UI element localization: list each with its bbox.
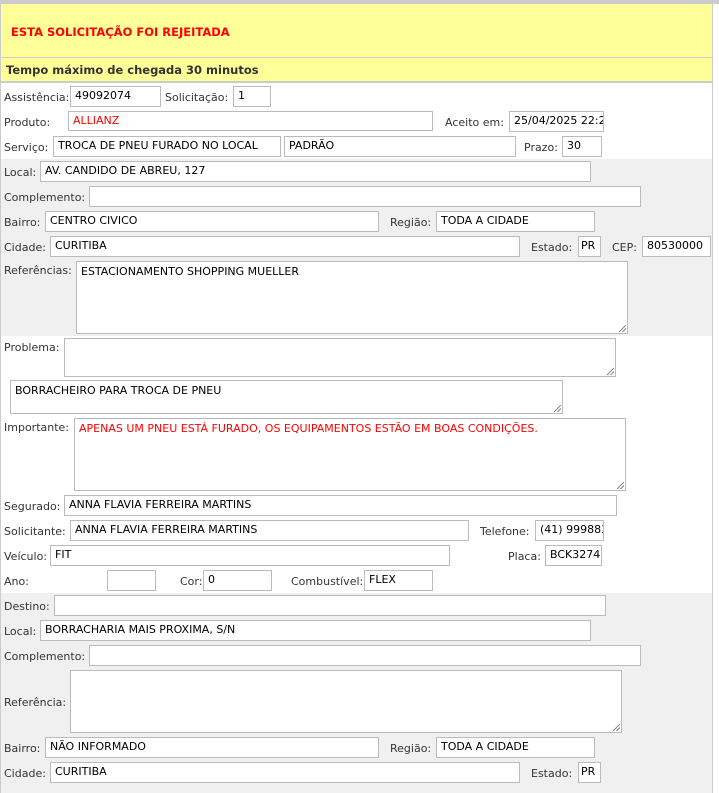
problema-textarea[interactable] xyxy=(64,338,616,377)
arrival-time-text: Tempo máximo de chegada 30 minutos xyxy=(6,63,259,77)
local-label: Local: xyxy=(4,166,37,179)
solicitacao-field[interactable]: 1 xyxy=(233,86,271,107)
destino-referencia-textarea[interactable] xyxy=(70,670,622,733)
ano-field[interactable] xyxy=(107,570,156,591)
local-field[interactable]: AV. CANDIDO DE ABREU, 127 xyxy=(40,161,591,182)
importante-textarea[interactable]: APENAS UM PNEU ESTÁ FURADO, OS EQUIPAMEN… xyxy=(74,418,626,491)
placa-field[interactable]: BCK3274 xyxy=(545,545,602,566)
aceito-field[interactable]: 25/04/2025 22:25 xyxy=(509,111,604,132)
assistencia-label: Assistência: xyxy=(4,91,70,104)
segurado-field[interactable]: ANNA FLAVIA FERREIRA MARTINS xyxy=(64,495,617,516)
solicitacao-label: Solicitação: xyxy=(165,91,229,104)
problema-label: Problema: xyxy=(4,341,60,354)
alert-text: ESTA SOLICITAÇÃO FOI REJEITADA xyxy=(11,25,230,39)
bairro-field[interactable]: CENTRO CIVICO xyxy=(45,211,379,232)
regiao-field[interactable]: TODA A CIDADE xyxy=(436,211,595,232)
servico-field[interactable]: TROCA DE PNEU FURADO NO LOCAL xyxy=(53,136,281,157)
regiao-label: Região: xyxy=(390,216,432,229)
destino-cidade-field[interactable]: CURITIBA xyxy=(50,762,520,783)
destino-local-field[interactable]: BORRACHARIA MAIS PROXIMA, S/N xyxy=(40,620,591,641)
cidade-field[interactable]: CURITIBA xyxy=(50,236,520,257)
destino-bairro-field[interactable]: NÃO INFORMADO xyxy=(45,737,379,758)
prazo-field[interactable]: 30 xyxy=(562,136,602,157)
combustivel-field[interactable]: FLEX xyxy=(364,570,433,591)
destino-cidade-label: Cidade: xyxy=(4,767,46,780)
telefone-field[interactable]: (41) 999883662 xyxy=(535,520,604,541)
problema-descricao-textarea[interactable]: BORRACHEIRO PARA TROCA DE PNEU xyxy=(10,380,563,414)
destino-field[interactable] xyxy=(54,595,606,616)
ano-label: Ano: xyxy=(4,575,29,588)
destino-estado-label: Estado: xyxy=(531,767,573,780)
aceito-label: Aceito em: xyxy=(445,116,504,129)
arrival-time-band: Tempo máximo de chegada 30 minutos xyxy=(1,58,712,83)
cidade-label: Cidade: xyxy=(4,241,46,254)
destino-local-label: Local: xyxy=(4,625,37,638)
complemento-label: Complemento: xyxy=(4,191,86,204)
estado-field[interactable]: PR xyxy=(578,236,601,257)
solicitante-label: Solicitante: xyxy=(4,525,66,538)
servico-tipo-field[interactable]: PADRÃO xyxy=(284,136,516,157)
produto-field[interactable]: ALLIANZ xyxy=(68,111,433,131)
referencias-textarea[interactable]: ESTACIONAMENTO SHOPPING MUELLER xyxy=(76,261,628,334)
destino-regiao-field[interactable]: TODA A CIDADE xyxy=(436,737,595,758)
destino-complemento-label: Complemento: xyxy=(4,650,86,663)
destino-complemento-field[interactable] xyxy=(89,645,641,666)
destino-regiao-label: Região: xyxy=(390,742,432,755)
telefone-label: Telefone: xyxy=(480,525,530,538)
veiculo-label: Veículo: xyxy=(4,550,48,563)
assistencia-field[interactable]: 49092074 xyxy=(70,86,161,107)
rejected-alert: ESTA SOLICITAÇÃO FOI REJEITADA xyxy=(1,4,712,58)
combustivel-label: Combustível: xyxy=(291,575,364,588)
veiculo-field[interactable]: FIT xyxy=(50,545,450,566)
cep-label: CEP: xyxy=(612,241,637,254)
cep-field[interactable]: 80530000 xyxy=(642,236,711,257)
estado-label: Estado: xyxy=(531,241,573,254)
prazo-label: Prazo: xyxy=(524,141,558,154)
destino-label: Destino: xyxy=(4,600,50,613)
destino-referencia-label: Referência: xyxy=(4,696,67,709)
importante-label: Importante: xyxy=(4,421,70,434)
solicitante-field[interactable]: ANNA FLAVIA FERREIRA MARTINS xyxy=(70,520,469,541)
segurado-label: Segurado: xyxy=(4,500,61,513)
destino-bairro-label: Bairro: xyxy=(4,742,41,755)
servico-label: Serviço: xyxy=(4,141,49,154)
destino-estado-field[interactable]: PR xyxy=(578,762,601,783)
bairro-label: Bairro: xyxy=(4,216,41,229)
cor-field[interactable]: 0 xyxy=(203,570,272,591)
produto-label: Produto: xyxy=(4,116,51,129)
placa-label: Placa: xyxy=(508,550,541,563)
complemento-field[interactable] xyxy=(89,186,641,207)
referencias-label: Referências: xyxy=(4,264,72,277)
cor-label: Cor: xyxy=(180,575,203,588)
